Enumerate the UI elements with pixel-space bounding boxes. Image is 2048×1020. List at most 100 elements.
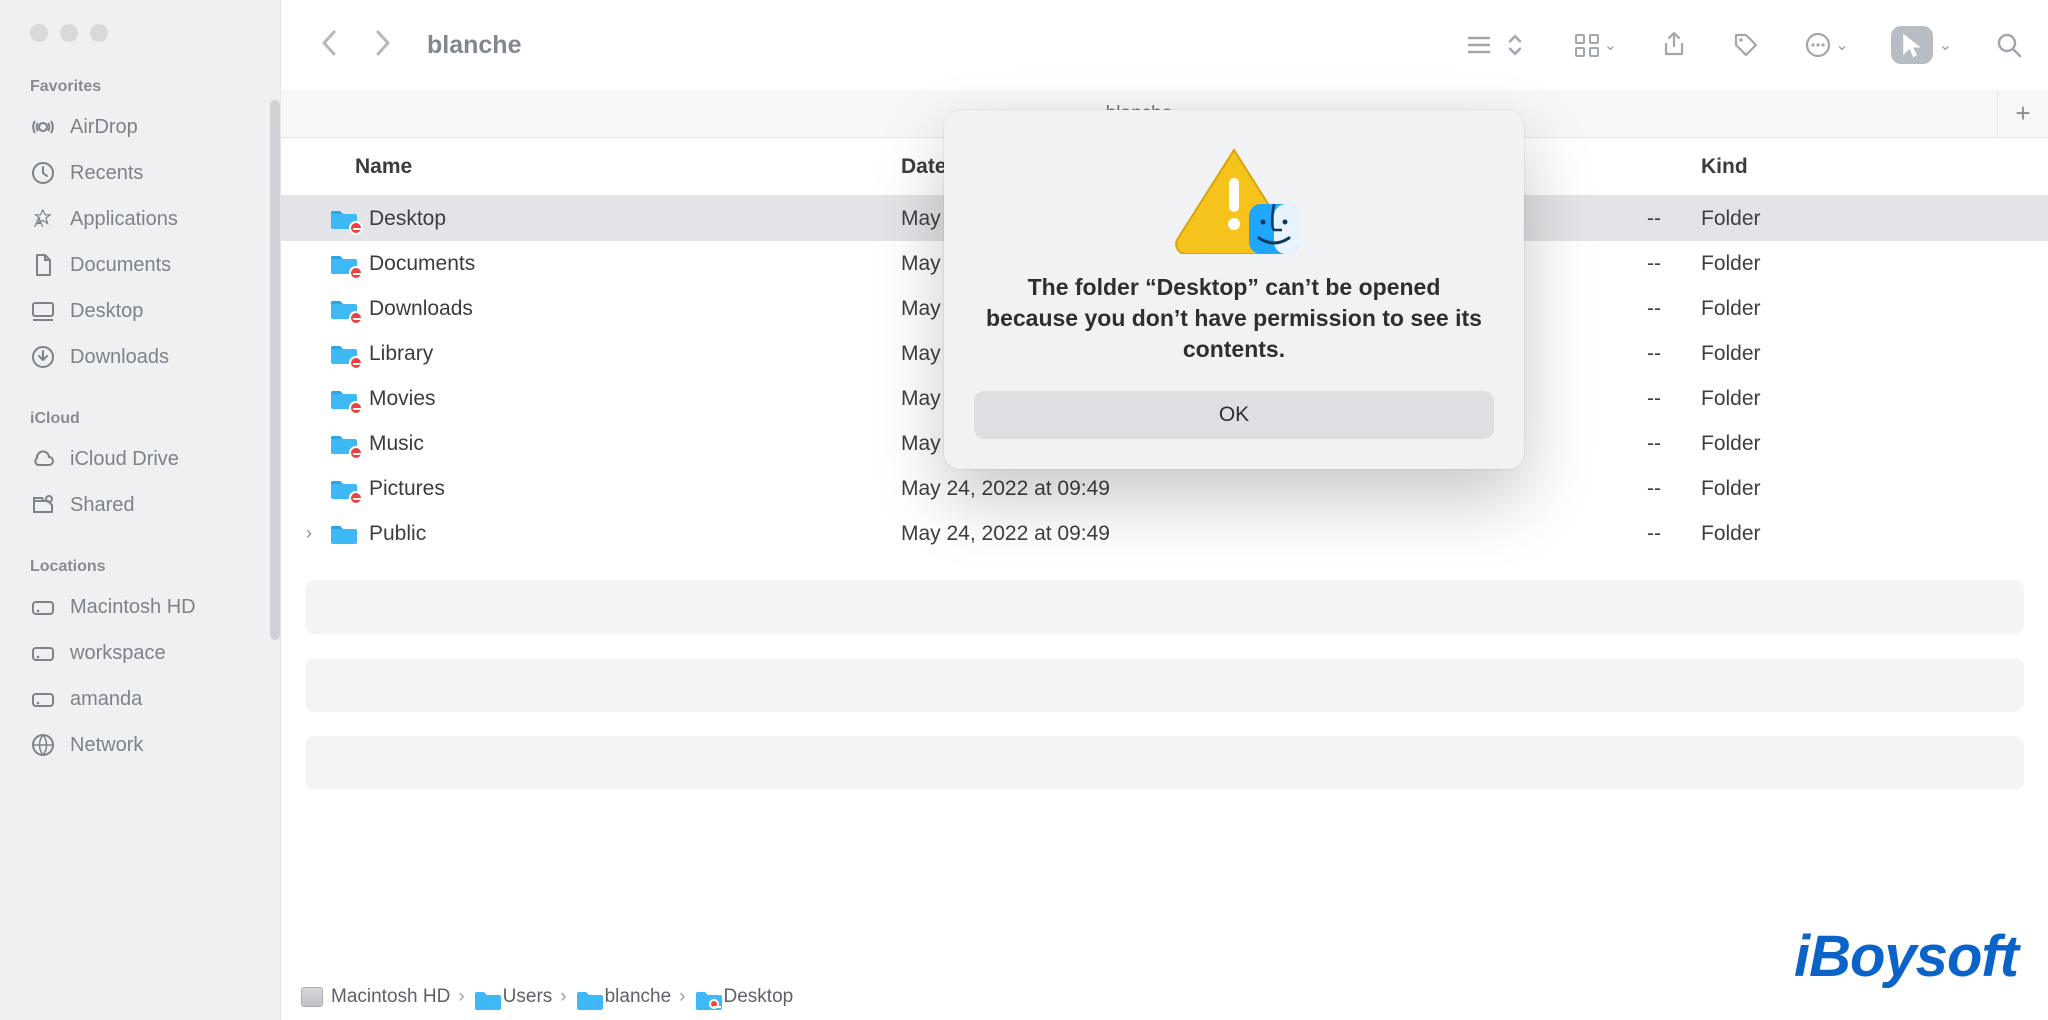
file-name: Movies (369, 387, 436, 411)
file-kind: Folder (1701, 522, 2048, 546)
sidebar-section-title: iCloud (0, 380, 280, 436)
folder-icon (329, 522, 359, 546)
file-kind: Folder (1701, 252, 2048, 276)
file-name: Downloads (369, 297, 473, 321)
sidebar-item-amanda[interactable]: amanda (0, 676, 280, 722)
column-name[interactable]: Name (281, 155, 901, 179)
file-name: Library (369, 342, 433, 366)
sidebar-section-title: Locations (0, 528, 280, 584)
tags-button[interactable] (1731, 30, 1761, 60)
chevron-down-icon: ⌄ (1835, 35, 1848, 55)
disclosure-triangle-icon[interactable]: › (299, 523, 319, 544)
file-name: Desktop (369, 207, 446, 231)
sidebar-item-label: Macintosh HD (70, 596, 196, 619)
file-size: -- (1481, 477, 1701, 501)
sidebar-item-applications[interactable]: AApplications (0, 196, 280, 242)
file-kind: Folder (1701, 297, 2048, 321)
chevron-down-icon: ⌄ (1604, 35, 1617, 55)
sidebar-item-downloads[interactable]: Downloads (0, 334, 280, 380)
folder-icon (329, 252, 359, 276)
sidebar-item-label: Recents (70, 162, 143, 185)
hd-icon (301, 987, 323, 1007)
sidebar-item-label: amanda (70, 688, 142, 711)
folder-icon (329, 297, 359, 321)
file-name: Pictures (369, 477, 445, 501)
sidebar-item-label: Network (70, 734, 143, 757)
sidebar-item-airdrop[interactable]: AirDrop (0, 104, 280, 150)
path-segment[interactable]: Desktop (694, 986, 794, 1008)
path-segment[interactable]: Users (473, 986, 553, 1008)
search-button[interactable] (1994, 30, 2024, 60)
chevron-right-icon: › (679, 986, 685, 1008)
cloud-icon (30, 446, 56, 472)
file-name: Music (369, 432, 424, 456)
new-tab-button[interactable]: + (1998, 90, 2048, 137)
no-access-badge-icon (349, 266, 363, 280)
airdrop-icon (30, 114, 56, 140)
shared-icon (30, 492, 56, 518)
sidebar-item-workspace[interactable]: workspace (0, 630, 280, 676)
share-button[interactable] (1659, 30, 1689, 60)
folder-icon (694, 988, 716, 1006)
sidebar-item-label: iCloud Drive (70, 448, 179, 471)
more-actions-button[interactable]: ⌄ (1803, 30, 1848, 60)
zoom-window-button[interactable] (90, 24, 108, 42)
sidebar-item-documents[interactable]: Documents (0, 242, 280, 288)
file-kind: Folder (1701, 432, 2048, 456)
path-segment[interactable]: Macintosh HD (301, 986, 450, 1008)
forward-button[interactable] (371, 28, 395, 63)
file-name: Documents (369, 252, 475, 276)
file-date: May 24, 2022 at 09:49 (901, 477, 1481, 501)
sidebar-item-label: Applications (70, 208, 178, 231)
empty-row (305, 580, 2024, 634)
no-access-badge-icon (349, 311, 363, 325)
path-label: Macintosh HD (331, 986, 450, 1008)
dialog-message: The folder “Desktop” can’t be opened bec… (974, 272, 1494, 365)
file-row[interactable]: ›PublicMay 24, 2022 at 09:49--Folder (281, 511, 2048, 556)
sidebar-item-label: AirDrop (70, 116, 138, 139)
hd-icon (30, 594, 56, 620)
cursor-mode-button[interactable]: ⌄ (1891, 26, 1952, 64)
chevron-down-icon: ⌄ (1939, 35, 1952, 55)
minimize-window-button[interactable] (60, 24, 78, 42)
file-kind: Folder (1701, 342, 2048, 366)
file-size: -- (1481, 522, 1701, 546)
path-label: Users (503, 986, 553, 1008)
file-name: Public (369, 522, 426, 546)
ok-button[interactable]: OK (974, 391, 1494, 439)
clock-icon (30, 160, 56, 186)
file-kind: Folder (1701, 207, 2048, 231)
file-row[interactable]: PicturesMay 24, 2022 at 09:49--Folder (281, 466, 2048, 511)
path-bar[interactable]: Macintosh HD›Users›blanche›Desktop (281, 974, 2048, 1020)
sidebar-item-macintosh-hd[interactable]: Macintosh HD (0, 584, 280, 630)
view-as-list-button[interactable] (1464, 30, 1530, 60)
folder-icon (329, 477, 359, 501)
close-window-button[interactable] (30, 24, 48, 42)
column-kind[interactable]: Kind (1701, 155, 2048, 179)
hd-icon (30, 640, 56, 666)
download-icon (30, 344, 56, 370)
sidebar-item-icloud-drive[interactable]: iCloud Drive (0, 436, 280, 482)
empty-row (305, 736, 2024, 790)
window-title: blanche (427, 31, 521, 60)
path-label: Desktop (724, 986, 794, 1008)
sidebar-item-desktop[interactable]: Desktop (0, 288, 280, 334)
sidebar-item-label: Shared (70, 494, 135, 517)
toolbar: blanche ⌄ ⌄ (281, 0, 2048, 90)
no-access-badge-icon (349, 356, 363, 370)
path-label: blanche (605, 986, 672, 1008)
globe-icon (30, 732, 56, 758)
warning-finder-icon (1169, 144, 1299, 254)
watermark: iBoysoft (1794, 923, 2018, 990)
sidebar-scrollbar[interactable] (270, 100, 280, 640)
path-segment[interactable]: blanche (575, 986, 672, 1008)
back-button[interactable] (317, 28, 341, 63)
sidebar-section-title: Favorites (0, 42, 280, 104)
group-by-button[interactable]: ⌄ (1572, 30, 1617, 60)
sidebar-item-network[interactable]: Network (0, 722, 280, 768)
folder-icon (575, 988, 597, 1006)
sidebar-item-shared[interactable]: Shared (0, 482, 280, 528)
chevron-right-icon: › (458, 986, 464, 1008)
folder-icon (329, 387, 359, 411)
sidebar-item-recents[interactable]: Recents (0, 150, 280, 196)
